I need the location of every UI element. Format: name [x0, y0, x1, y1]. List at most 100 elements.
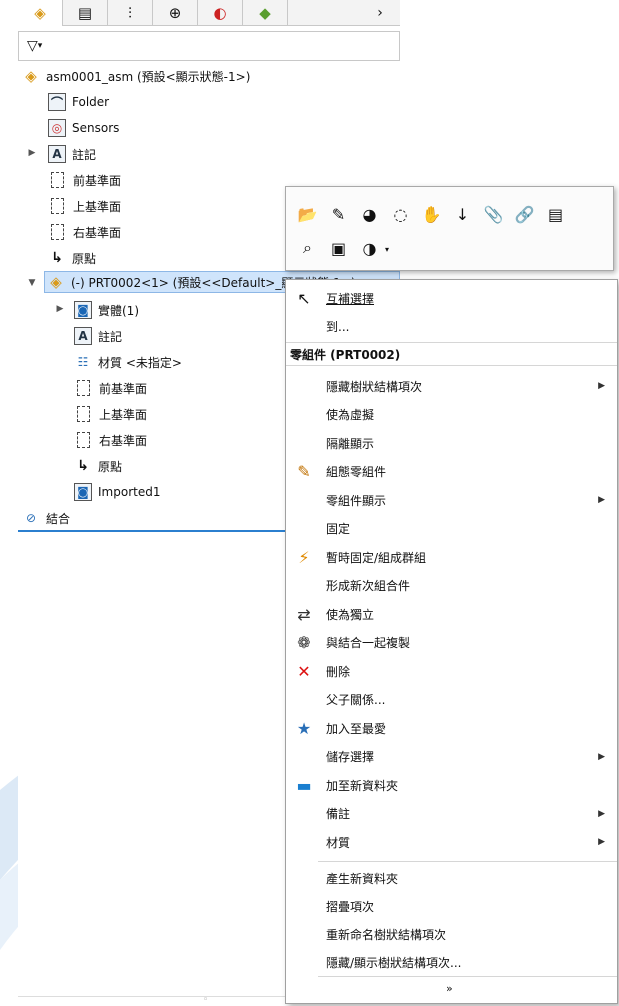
menu-label: 使為獨立 [326, 607, 375, 622]
properties-icon[interactable]: ▤ [540, 199, 571, 229]
menu-item-goto[interactable]: 到... [286, 312, 617, 340]
insert-icon[interactable]: ↓ [447, 199, 478, 229]
submenu-arrow-icon: ▶ [598, 495, 605, 505]
display-manager-icon[interactable]: ◐ [198, 0, 243, 26]
component-icon[interactable]: ▣ [323, 233, 354, 263]
open-part-icon[interactable]: 📂 [292, 199, 323, 229]
menu-label: 互補選擇 [326, 291, 375, 306]
color-dropdown-icon[interactable]: ▾ [385, 245, 389, 263]
tree-item-comp-origin[interactable]: ↳ 原點 [74, 454, 122, 478]
zoom-icon[interactable]: ⌕ [292, 233, 323, 263]
tree-item-root[interactable]: ◈ asm0001_asm (預設<顯示狀態-1>) [22, 64, 250, 88]
annotation-icon: A [48, 145, 66, 163]
tree-label: Imported1 [98, 485, 161, 499]
isolate-icon[interactable]: ✋ [416, 199, 447, 229]
menu-item-bottom-0[interactable]: 產生新資料夾 [286, 864, 617, 892]
expand-arrow-icon[interactable]: ▶ [54, 304, 66, 314]
hide-icon[interactable]: ◌ [385, 199, 416, 229]
filter-bar[interactable]: ▽ ▾ [18, 31, 400, 61]
configuration-icon[interactable]: ⫶ [108, 0, 153, 26]
menu-label: 隱藏樹狀結構項次 [326, 379, 423, 394]
property-manager-icon[interactable]: ▤ [63, 0, 108, 26]
menu-item-select-other[interactable]: ↖ 互補選擇 [286, 284, 617, 312]
plane-icon [51, 172, 64, 188]
menu-item-3[interactable]: ✎ 組態零組件 [286, 458, 617, 486]
menu-item-bottom-2[interactable]: 重新命名樹狀結構項次 [286, 920, 617, 948]
menu-item-9[interactable]: ❁ 與結合一起複製 [286, 629, 617, 657]
menu-item-14[interactable]: ▬ 加至新資料夾 [286, 771, 617, 799]
plane-icon [77, 380, 90, 396]
submenu-arrow-icon: ▶ [598, 751, 605, 762]
origin-icon: ↳ [77, 458, 89, 474]
tree-item-origin[interactable]: ↳ 原點 [48, 246, 96, 270]
plane-icon [77, 432, 90, 448]
tree-item-imported[interactable]: ◙ Imported1 [74, 480, 160, 504]
tree-label: 右基準面 [99, 433, 148, 448]
tree-label: 材質 <未指定> [98, 355, 182, 370]
menu-more-chevron-icon[interactable]: » [446, 982, 453, 995]
assembly-tab-icon[interactable]: ◈ [18, 0, 63, 26]
tree-item-comp-top-plane[interactable]: 上基準面 [77, 402, 147, 426]
menu-item-12[interactable]: ★ 加入至最愛 [286, 714, 617, 742]
menu-label: 與結合一起複製 [326, 636, 411, 650]
manager-tabbar: ◈ ▤ ⫶ ⊕ ◐ ◆ › [18, 0, 400, 26]
menu-item-11[interactable]: 父子關係... [286, 686, 617, 714]
menu-item-7[interactable]: 形成新次組合件 [286, 572, 617, 600]
filter-icon[interactable]: ▽ [27, 38, 38, 54]
menu-item-15[interactable]: 備註 ▶ [286, 800, 617, 828]
edit-icon[interactable]: ✎ [323, 199, 354, 229]
expand-arrow-icon[interactable]: ▶ [26, 148, 38, 158]
menu-item-6[interactable]: ⚡ 暫時固定/組成群組 [286, 543, 617, 571]
tree-item-comp-front-plane[interactable]: 前基準面 [77, 376, 147, 400]
color-icon[interactable]: ◑ [354, 233, 385, 263]
temp-fix-icon: ⚡ [298, 547, 310, 567]
menu-item-10[interactable]: ✕ 刪除 [286, 657, 617, 685]
tree-item-comp-annotations[interactable]: A 註記 [74, 324, 122, 348]
menu-item-8[interactable]: ⇄ 使為獨立 [286, 600, 617, 628]
submenu-arrow-icon: ▶ [598, 381, 605, 391]
paperclip-icon[interactable]: 📎 [478, 199, 509, 229]
tree-item-sensors[interactable]: ◎ Sensors [48, 116, 119, 140]
tree-item-folder[interactable]: ⌒ Folder [48, 90, 109, 114]
menu-item-2[interactable]: 隔離顯示 [286, 429, 617, 457]
menu-label: 隔離顯示 [326, 436, 375, 451]
menu-section-header: 零組件 (PRT0002) [286, 342, 617, 366]
appearance-icon[interactable]: ◆ [243, 0, 288, 26]
tree-label: 原點 [98, 459, 123, 474]
paperclip2-icon[interactable]: 🔗 [509, 199, 540, 229]
folder-icon: ⌒ [48, 93, 66, 111]
tree-item-top-plane[interactable]: 上基準面 [51, 194, 121, 218]
menu-label: 備註 [326, 807, 351, 821]
tree-item-annotations[interactable]: A 註記 [48, 142, 96, 166]
menu-item-16[interactable]: 材質 ▶ [286, 828, 617, 856]
tree-label: 右基準面 [73, 225, 122, 240]
menu-item-13[interactable]: 儲存選擇 ▶ [286, 743, 617, 771]
tree-label: Folder [72, 95, 110, 109]
menu-item-bottom-1[interactable]: 摺疊項次 [286, 892, 617, 920]
menu-separator [318, 861, 617, 862]
tree-label: 上基準面 [73, 199, 122, 214]
origin-icon: ↳ [51, 250, 63, 266]
dimxpert-icon[interactable]: ⊕ [153, 0, 198, 26]
menu-item-1[interactable]: 使為虛擬 [286, 401, 617, 429]
tree-item-material[interactable]: ☷ 材質 <未指定> [74, 350, 182, 374]
menu-item-5[interactable]: 固定 [286, 515, 617, 543]
menu-item-0[interactable]: 隱藏樹狀結構項次 ▶ [286, 372, 617, 400]
menu-label: 到... [326, 319, 350, 334]
collapse-arrow-icon[interactable]: ▼ [26, 278, 38, 288]
menu-item-4[interactable]: 零組件顯示 ▶ [286, 486, 617, 514]
tree-item-solid-bodies[interactable]: ◙ 實體(1) [74, 298, 139, 322]
tree-label: 前基準面 [99, 381, 148, 396]
tree-label: asm0001_asm (預設<顯示狀態-1>) [46, 69, 251, 84]
menu-label: 材質 [326, 835, 351, 850]
context-menu: ↖ 互補選擇 到... 零組件 (PRT0002) 隱藏樹狀結構項次 ▶ 使為虛擬隔離… [285, 279, 618, 1004]
tree-item-mates[interactable]: ⊘ 結合 [22, 506, 70, 530]
tabs-more-chevron-icon[interactable]: › [360, 0, 400, 26]
menu-item-bottom-3[interactable]: 隱藏/顯示樹狀結構項次... [286, 948, 617, 976]
tree-item-comp-right-plane[interactable]: 右基準面 [77, 428, 147, 452]
tree-item-front-plane[interactable]: 前基準面 [51, 168, 121, 192]
menu-label: 重新命名樹狀結構項次 [326, 927, 447, 942]
tree-item-right-plane[interactable]: 右基準面 [51, 220, 121, 244]
scroll-grip-icon[interactable]: ◦ [203, 995, 208, 1005]
appearance-icon[interactable]: ◕ [354, 199, 385, 229]
